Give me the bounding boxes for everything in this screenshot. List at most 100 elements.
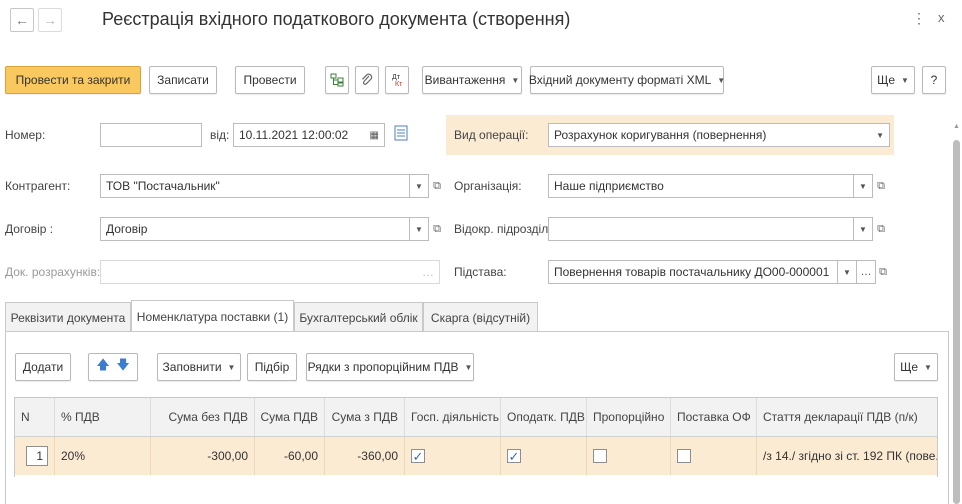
basis-dropdown[interactable]: ▼ — [837, 260, 857, 284]
paperclip-icon — [362, 73, 373, 85]
table-header: N % ПДВ Сума без ПДВ Сума ПДВ Сума з ПДВ… — [15, 398, 937, 437]
cell-vat-sum: -60,00 — [255, 437, 325, 475]
organization-input[interactable]: Наше підприємство — [548, 174, 854, 198]
contract-input[interactable]: Договір — [100, 217, 410, 241]
svg-text:Дт: Дт — [392, 74, 401, 81]
arrow-left-icon: ← — [15, 12, 29, 28]
attach-button[interactable] — [355, 66, 379, 94]
date-input[interactable]: 10.11.2021 12:00:02 ▦ — [233, 123, 385, 147]
contractor-input[interactable]: ТОВ "Постачальник" — [100, 174, 410, 198]
chevron-down-icon: ▼ — [859, 224, 867, 234]
basis-open-icon[interactable]: ⧉ — [874, 260, 892, 284]
column-header[interactable]: Пропорційно — [587, 398, 671, 436]
column-header[interactable]: Поставка ОФ — [671, 398, 757, 436]
scroll-up-icon[interactable]: ▲ — [953, 123, 960, 130]
select-button[interactable]: Підбір — [247, 353, 297, 381]
division-open-icon[interactable]: ⧉ — [872, 217, 890, 241]
unload-label: Вивантаження — [424, 73, 506, 87]
cell-fixed-assets — [671, 437, 757, 475]
operation-select[interactable]: Розрахунок коригування (повернення) ▼ — [548, 123, 890, 147]
ellipsis-icon[interactable]: … — [422, 265, 434, 279]
settlement-doc-input[interactable]: … — [100, 260, 440, 284]
basis-input[interactable]: Повернення товарів постачальнику ДО00-00… — [548, 260, 838, 284]
proportional-vat-rows-dropdown[interactable]: Рядки з пропорційним ПДВ ▼ — [306, 353, 474, 381]
unload-dropdown[interactable]: Вивантаження ▼ — [422, 66, 522, 94]
forward-button[interactable]: → — [38, 8, 62, 32]
column-header[interactable]: Сума з ПДВ — [325, 398, 405, 436]
column-header[interactable]: Госп. діяльність — [405, 398, 501, 436]
contractor-open-icon[interactable]: ⧉ — [428, 174, 446, 198]
basis-select-button[interactable]: … — [856, 260, 876, 284]
journal-entries-button[interactable]: Дт Кт — [385, 66, 409, 94]
chevron-down-icon: ▼ — [717, 75, 726, 85]
post-button[interactable]: Провести — [235, 66, 305, 94]
contractor-label: Контрагент: — [5, 179, 71, 193]
organization-open-icon[interactable]: ⧉ — [872, 174, 890, 198]
table-more-dropdown[interactable]: Ще ▼ — [894, 353, 938, 381]
contract-label: Договір : — [5, 222, 54, 236]
column-header[interactable]: Сума ПДВ — [255, 398, 325, 436]
organization-dropdown[interactable]: ▼ — [853, 174, 873, 198]
add-button[interactable]: Додати — [15, 353, 71, 381]
structure-button[interactable] — [325, 66, 349, 94]
chevron-down-icon: ▼ — [924, 362, 932, 372]
business-checkbox[interactable]: ✓ — [411, 449, 425, 463]
number-input[interactable] — [100, 123, 202, 147]
arrow-up-icon[interactable]: 🡅 — [96, 356, 109, 378]
document-list-icon[interactable] — [394, 125, 408, 144]
move-buttons: 🡅 🡇 — [88, 353, 138, 381]
items-table: N % ПДВ Сума без ПДВ Сума ПДВ Сума з ПДВ… — [14, 397, 938, 477]
cell-vat-rate: 20% — [55, 437, 151, 475]
fill-dropdown[interactable]: Заповнити ▼ — [157, 353, 241, 381]
table-row[interactable]: 1 20% -300,00 -60,00 -360,00 ✓ ✓ /з 14./… — [15, 437, 937, 475]
chevron-down-icon: ▼ — [511, 75, 520, 85]
contract-dropdown[interactable]: ▼ — [409, 217, 429, 241]
cell-sum-without-vat: -300,00 — [151, 437, 255, 475]
more-menu-icon[interactable]: ⋮ — [912, 10, 926, 27]
post-and-close-button[interactable]: Провести та закрити — [5, 66, 141, 94]
more-dropdown[interactable]: Ще ▼ — [871, 66, 915, 94]
division-dropdown[interactable]: ▼ — [853, 217, 873, 241]
proportional-checkbox[interactable] — [593, 449, 607, 463]
column-header[interactable]: N — [15, 398, 55, 436]
svg-text:Кт: Кт — [395, 81, 403, 88]
xml-dropdown[interactable]: Вхідний документу форматі XML ▼ — [528, 66, 726, 94]
fixed-assets-checkbox[interactable] — [677, 449, 691, 463]
tab-document-details[interactable]: Реквізити документа — [5, 302, 131, 332]
more-label: Ще — [877, 73, 896, 87]
tab-complaint[interactable]: Скарга (відсутній) — [423, 302, 538, 332]
vat-taxed-checkbox[interactable]: ✓ — [507, 449, 521, 463]
number-label: Номер: — [5, 128, 46, 142]
arrow-down-icon[interactable]: 🡇 — [116, 356, 129, 378]
column-header[interactable]: Стаття декларації ПДВ (п/к) — [757, 398, 937, 436]
basis-label: Підстава: — [454, 265, 507, 279]
debit-credit-icon: Дт Кт — [392, 74, 403, 88]
tab-accounting[interactable]: Бухгалтерський облік — [294, 302, 423, 332]
contract-open-icon[interactable]: ⧉ — [428, 217, 446, 241]
help-button[interactable]: ? — [922, 66, 946, 94]
window-title: Реєстрація вхідного податкового документ… — [102, 9, 571, 29]
column-header[interactable]: Сума без ПДВ — [151, 398, 255, 436]
contractor-dropdown[interactable]: ▼ — [409, 174, 429, 198]
cell-sum-with-vat: -360,00 — [325, 437, 405, 475]
save-button[interactable]: Записати — [149, 66, 217, 94]
calendar-icon[interactable]: ▦ — [370, 130, 379, 141]
chevron-down-icon: ▼ — [464, 362, 473, 372]
division-input[interactable] — [548, 217, 854, 241]
cell-vat-taxed: ✓ — [501, 437, 587, 475]
column-header[interactable]: % ПДВ — [55, 398, 151, 436]
column-header[interactable]: Оподатк. ПДВ — [501, 398, 587, 436]
chevron-down-icon: ▼ — [415, 224, 423, 234]
xml-label: Вхідний документу форматі XML — [528, 73, 712, 87]
chevron-down-icon: ▼ — [843, 267, 851, 277]
chevron-down-icon: ▼ — [901, 75, 909, 85]
vertical-scrollbar[interactable] — [953, 140, 960, 504]
back-button[interactable]: ← — [10, 8, 34, 32]
cell-business: ✓ — [405, 437, 501, 475]
chevron-down-icon: ▼ — [859, 181, 867, 191]
cell-proportional — [587, 437, 671, 475]
ellipsis-icon: … — [860, 266, 872, 278]
chevron-down-icon: ▼ — [876, 130, 884, 140]
close-icon[interactable]: x — [938, 10, 945, 25]
tab-supply-items[interactable]: Номенклатура поставки (1) — [131, 300, 294, 332]
